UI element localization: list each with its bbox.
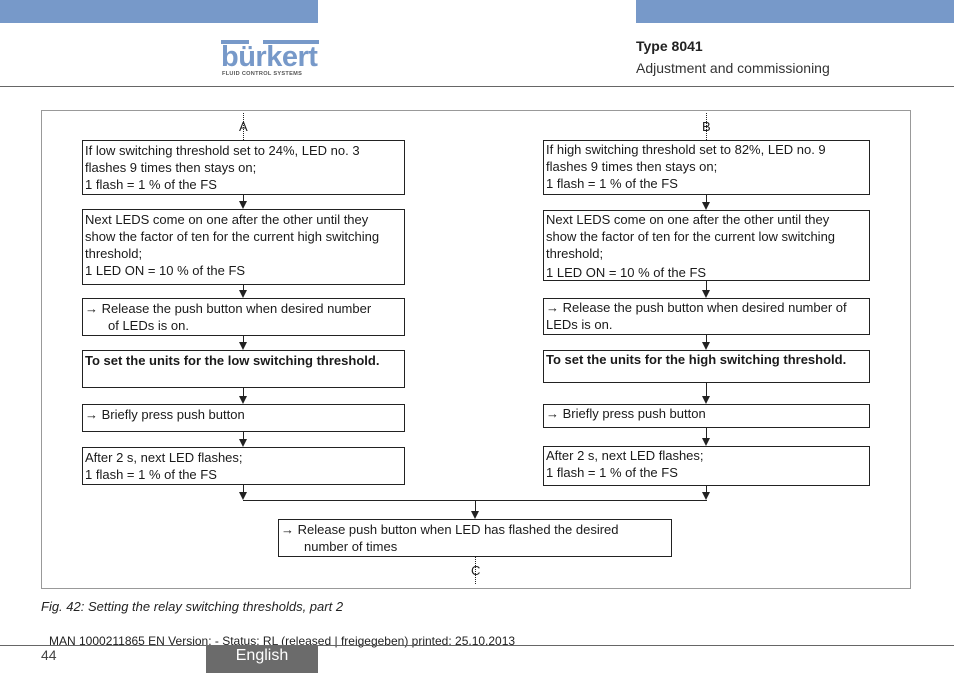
right-step-5: → Briefly press push button xyxy=(543,404,870,428)
box-text-line: number of times xyxy=(304,539,398,554)
left-step-5: → Briefly press push button xyxy=(82,404,405,432)
arrow-down-icon xyxy=(239,396,247,404)
connector-line xyxy=(706,383,707,397)
right-step-4: To set the units for the high switching … xyxy=(543,350,870,383)
left-step-4: To set the units for the low switching t… xyxy=(82,350,405,388)
left-step-3: → Release the push button when desired n… xyxy=(82,298,405,336)
arrow-down-icon xyxy=(239,342,247,350)
box-text-line: 1 flash = 1 % of the FS xyxy=(546,176,678,191)
box-text-line: → Release the push button when desired n… xyxy=(546,300,847,315)
logo-wordmark: bürkert xyxy=(221,41,318,73)
box-text-line: 1 flash = 1 % of the FS xyxy=(546,465,678,480)
box-text-line: 1 LED ON = 10 % of the FS xyxy=(85,263,246,278)
right-step-3: → Release the push button when desired n… xyxy=(543,298,870,335)
figure-caption: Fig. 42: Setting the relay switching thr… xyxy=(41,599,344,614)
page-number: 44 xyxy=(41,647,57,663)
arrow-down-icon xyxy=(239,439,247,447)
arrow-down-icon xyxy=(702,492,710,500)
connector-label-c: C xyxy=(471,563,481,578)
section-title: Adjustment and commissioning xyxy=(636,60,830,76)
merge-step: → Release push button when LED has flash… xyxy=(278,519,672,557)
box-text-line: 1 flash = 1 % of the FS xyxy=(85,177,217,192)
box-text-line: If low switching threshold set to 24%, L… xyxy=(85,143,360,158)
header-bar-left xyxy=(0,0,318,23)
right-step-2: Next LEDS come on one after the other un… xyxy=(543,210,870,281)
box-text-line: flashes 9 times then stays on; xyxy=(85,160,257,175)
box-text-line: threshold; xyxy=(85,246,143,261)
arrow-down-icon xyxy=(239,492,247,500)
left-step-2: Next LEDS come on one after the other un… xyxy=(82,209,405,285)
box-text-line: of LEDs is on. xyxy=(108,318,189,333)
arrow-down-icon xyxy=(702,342,710,350)
box-text-line: threshold; xyxy=(546,246,604,261)
box-text-line: 1 LED ON = 10 % of the FS xyxy=(546,265,707,280)
box-text-line: → Release push button when LED has flash… xyxy=(281,522,619,537)
logo-tagline: FLUID CONTROL SYSTEMS xyxy=(222,71,303,77)
connector-label-a: A xyxy=(239,119,248,134)
box-text-line: Next LEDS come on one after the other un… xyxy=(85,212,369,227)
box-text-line: Next LEDS come on one after the other un… xyxy=(546,212,830,227)
box-text-line: → Briefly press push button xyxy=(85,407,245,422)
document-type: Type 8041 xyxy=(636,38,703,54)
arrow-down-icon xyxy=(702,202,710,210)
box-text-line: After 2 s, next LED flashes; xyxy=(85,450,243,465)
box-text-line: show the factor of ten for the current l… xyxy=(546,229,836,244)
footer-divider xyxy=(0,645,954,646)
box-text-line: If high switching threshold set to 82%, … xyxy=(546,142,826,157)
arrow-down-icon xyxy=(239,201,247,209)
box-text-line: → Release the push button when desired n… xyxy=(85,301,372,316)
connector-label-b: B xyxy=(702,119,711,134)
right-step-6: After 2 s, next LED flashes; 1 flash = 1 … xyxy=(543,446,870,486)
left-step-1: If low switching threshold set to 24%, L… xyxy=(82,140,405,195)
box-text-line: show the factor of ten for the current h… xyxy=(85,229,380,244)
box-text-line: To set the units for the high switching … xyxy=(546,352,847,367)
header-divider xyxy=(0,86,954,87)
arrow-down-icon xyxy=(239,290,247,298)
arrow-down-icon xyxy=(702,290,710,298)
box-text-line: LEDs is on. xyxy=(546,317,613,332)
box-text-line: flashes 9 times then stays on; xyxy=(546,159,718,174)
arrow-down-icon xyxy=(702,396,710,404)
box-text-line: 1 flash = 1 % of the FS xyxy=(85,467,217,482)
box-text-line: After 2 s, next LED flashes; xyxy=(546,448,704,463)
arrow-down-icon xyxy=(471,511,479,519)
right-step-1: If high switching threshold set to 82%, … xyxy=(543,140,870,195)
language-tab: English xyxy=(206,645,318,673)
arrow-down-icon xyxy=(702,438,710,446)
box-text-line: → Briefly press push button xyxy=(546,406,706,421)
left-step-6: After 2 s, next LED flashes; 1 flash = 1 … xyxy=(82,447,405,485)
box-text-line: To set the units for the low switching t… xyxy=(85,353,380,368)
header-bar-right xyxy=(636,0,954,23)
